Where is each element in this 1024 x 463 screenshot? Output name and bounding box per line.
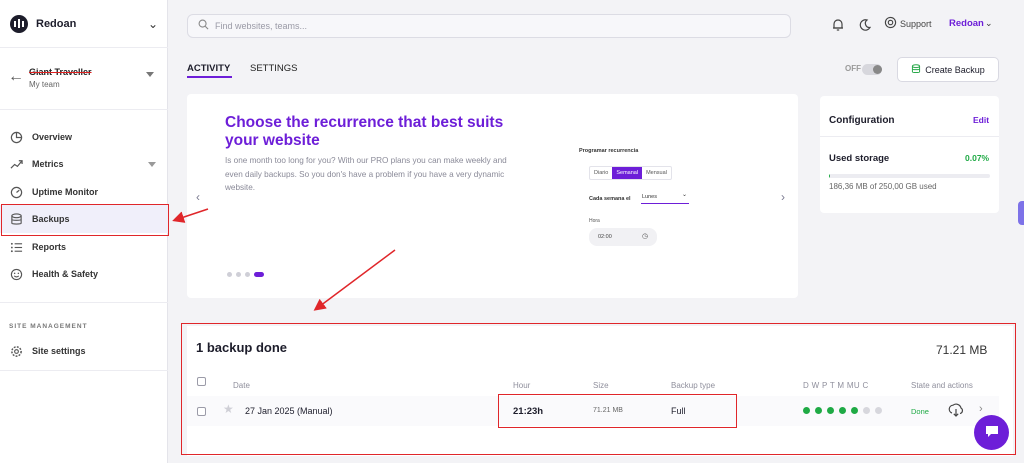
sidebar-item-overview[interactable]: Overview [0, 123, 168, 151]
pie-chart-icon [9, 130, 23, 144]
chevron-down-icon[interactable]: ⌄ [985, 18, 993, 29]
lifebuoy-icon [884, 16, 897, 31]
org-logo [10, 14, 28, 33]
tab-underline [187, 76, 232, 78]
feedback-tab[interactable] [1018, 201, 1024, 225]
site-switcher[interactable]: ← Giant Traveller My team [0, 48, 168, 110]
toggle-label: OFF [845, 64, 861, 73]
storage-detail: 186,36 MB of 250,00 GB used [829, 182, 937, 191]
sidebar-item-health-safety[interactable]: Health & Safety [0, 260, 168, 288]
carousel-dot[interactable] [245, 272, 250, 277]
storage-progress-bar [829, 174, 990, 178]
storage-progress-fill [829, 174, 830, 178]
promo-title: Choose the recurrence that best suits yo… [225, 114, 504, 149]
chevron-right-icon[interactable]: › [781, 190, 785, 204]
sidebar-item-label: Overview [32, 132, 73, 142]
sidebar-divider [0, 370, 168, 371]
chevron-left-icon[interactable]: ‹ [196, 190, 200, 204]
edit-link[interactable]: Edit [973, 115, 989, 125]
storage-percent: 0.07% [965, 153, 990, 163]
caret-down-icon [148, 162, 156, 167]
hour-label: Hora [589, 218, 600, 224]
site-name: Giant Traveller [29, 67, 92, 77]
sidebar-item-label: Uptime Monitor [32, 187, 98, 197]
sidebar-item-reports[interactable]: Reports [0, 233, 168, 261]
frequency-selector: Diario Semanal Mensual [589, 166, 672, 180]
tab-settings[interactable]: SETTINGS [250, 63, 298, 74]
trend-up-icon [9, 157, 23, 171]
promo-carousel: ‹ Choose the recurrence that best suits … [187, 94, 798, 298]
moon-icon[interactable] [856, 16, 874, 34]
list-icon [9, 240, 23, 254]
carousel-dot[interactable] [236, 272, 241, 277]
option-monthly: Mensual [646, 170, 667, 176]
create-backup-button[interactable]: Create Backup [897, 57, 999, 82]
divider [820, 136, 999, 137]
chevron-down-icon: ⌄ [147, 16, 158, 31]
day-select: Lunes [641, 191, 689, 204]
gear-icon [9, 344, 23, 358]
chat-icon [984, 423, 1000, 442]
sidebar-item-site-settings[interactable]: Site settings [0, 337, 168, 365]
sidebar-item-metrics[interactable]: Metrics [0, 150, 168, 178]
highlight-box-backups-panel [181, 323, 1016, 455]
carousel-dots [227, 272, 268, 277]
search-icon [198, 19, 209, 33]
recurrence-preview: Programar recurrencia Diario Semanal Men… [579, 148, 709, 246]
smile-icon [9, 267, 23, 281]
caret-down-icon [146, 72, 154, 77]
highlight-box-backup-row [498, 394, 737, 428]
preview-title: Programar recurrencia [579, 148, 639, 154]
sidebar-item-label: Health & Safety [32, 269, 99, 279]
org-switcher[interactable]: Redoan ⌄ [0, 0, 168, 48]
promo-text: Is one month too long for you? With our … [225, 156, 507, 192]
highlight-box-backups-nav [1, 204, 169, 236]
sidebar-divider [0, 302, 168, 303]
auto-backup-toggle[interactable] [862, 64, 882, 75]
option-daily: Diario [594, 170, 609, 176]
time-field: 02:00 [589, 228, 657, 246]
sidebar-item-label: Reports [32, 242, 67, 252]
option-weekly: Semanal [612, 167, 643, 179]
config-title: Configuration [829, 115, 895, 126]
site-team: My team [29, 80, 60, 89]
sidebar-item-label: Site settings [32, 346, 86, 356]
sidebar-item-uptime-monitor[interactable]: Uptime Monitor [0, 178, 168, 206]
search-bar[interactable] [187, 14, 791, 38]
support-label: Support [900, 18, 932, 29]
each-week-label: Cada semana el [589, 196, 631, 202]
section-label: SITE MANAGEMENT [9, 323, 88, 330]
arrow-left-icon[interactable]: ← [8, 68, 24, 86]
tab-activity[interactable]: ACTIVITY [187, 63, 230, 74]
carousel-dot-active[interactable] [254, 272, 264, 277]
org-name: Redoan [36, 17, 77, 30]
storage-label: Used storage [829, 153, 890, 164]
chat-button[interactable] [974, 415, 1009, 450]
bell-icon[interactable] [829, 16, 847, 34]
create-backup-label: Create Backup [925, 64, 985, 75]
support-link[interactable]: Support [884, 16, 932, 31]
gauge-icon [9, 185, 23, 199]
carousel-dot[interactable] [227, 272, 232, 277]
configuration-card: Configuration Edit Used storage 0.07% 18… [820, 96, 999, 213]
user-menu[interactable]: Redoan [949, 18, 984, 29]
sidebar-item-label: Metrics [32, 159, 64, 169]
database-icon [911, 63, 921, 76]
search-input[interactable] [215, 21, 715, 31]
